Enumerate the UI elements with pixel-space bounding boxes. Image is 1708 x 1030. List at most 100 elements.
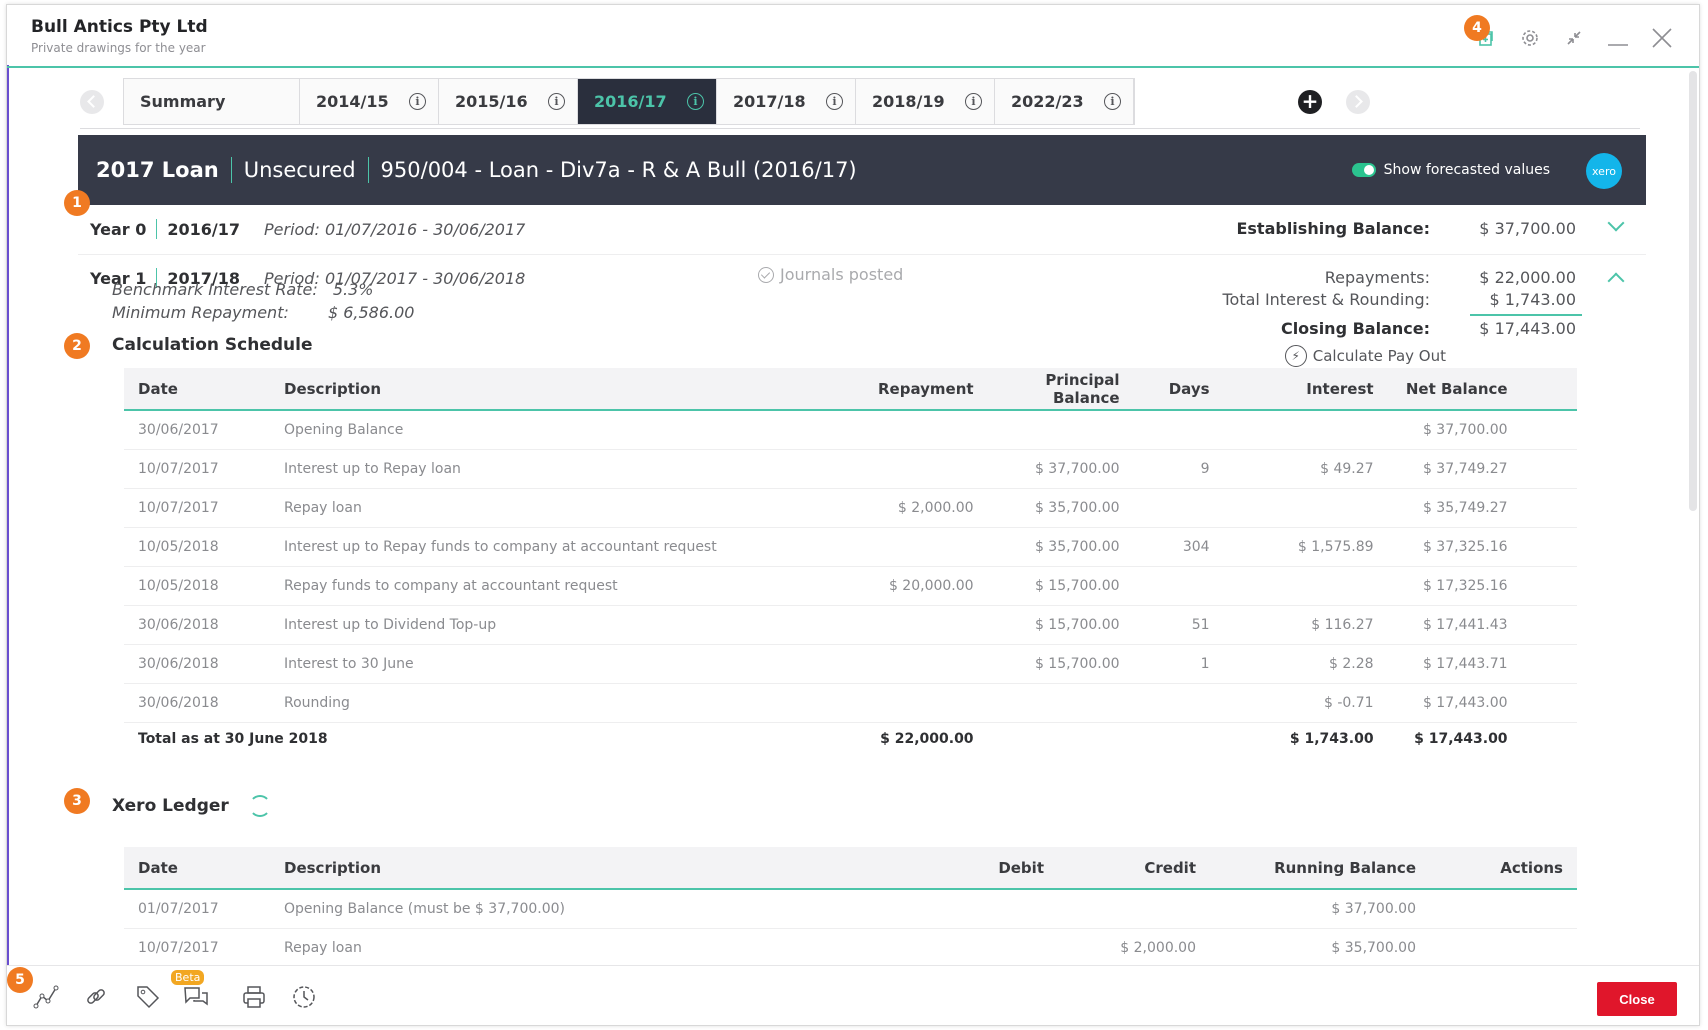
cell-principal: $ 37,700.00	[987, 449, 1134, 489]
loan-header: 2017 Loan Unsecured 950/004 - Loan - Div…	[78, 135, 1646, 205]
cell-repayment	[864, 449, 988, 489]
callout-badge-4: 4	[1464, 15, 1490, 41]
info-icon[interactable]: i	[1104, 93, 1121, 110]
window-title: Bull Antics Pty Ltd	[31, 17, 208, 37]
loan-security: Unsecured	[243, 158, 356, 182]
year-0-row[interactable]: Year 0 2016/17 Period: 01/07/2016 - 30/0…	[78, 205, 1646, 255]
cell-description: Opening Balance (must be $ 37,700.00)	[270, 889, 970, 929]
cell-actions	[1430, 928, 1577, 968]
cell-net-balance: $ 17,325.16	[1387, 566, 1522, 606]
cell-net-balance: $ 17,443.00	[1387, 683, 1522, 723]
interest-rounding-label: Total Interest & Rounding:	[1222, 290, 1430, 309]
tab-2018-19[interactable]: 2018/19 i	[856, 79, 995, 124]
add-tab-button[interactable]: +	[1298, 90, 1322, 114]
tag-icon[interactable]	[131, 980, 165, 1014]
refresh-icon[interactable]	[248, 795, 271, 817]
tab-2014-15[interactable]: 2014/15 i	[300, 79, 439, 124]
col-principal: Principal Balance	[987, 368, 1134, 411]
col-net-balance: Net Balance	[1387, 368, 1522, 411]
cell-interest	[1223, 488, 1388, 528]
table-row: 30/06/2017 Opening Balance $ 37,700.00	[124, 410, 1577, 450]
link-icon[interactable]	[79, 980, 113, 1014]
window-accent	[7, 65, 9, 1025]
cell-date: 30/06/2018	[124, 605, 270, 645]
minimize-icon[interactable]	[1605, 25, 1631, 51]
cell-spacer	[1521, 449, 1577, 489]
info-icon[interactable]: i	[409, 93, 426, 110]
info-icon[interactable]: i	[965, 93, 982, 110]
cell-credit	[1058, 889, 1210, 929]
chevron-down-icon[interactable]	[1607, 214, 1625, 232]
forecast-toggle-group: Show forecasted values	[1351, 162, 1550, 178]
tab-2017-18[interactable]: 2017/18 i	[717, 79, 856, 124]
journals-status: Journals posted	[758, 265, 903, 284]
closing-balance-label: Closing Balance:	[1280, 319, 1430, 338]
cell-description: Repay loan	[270, 488, 864, 528]
cell-date: 10/07/2017	[124, 488, 270, 528]
total-repayment: $ 22,000.00	[864, 721, 988, 756]
forecast-toggle[interactable]	[1351, 163, 1376, 177]
cell-principal: $ 15,700.00	[987, 644, 1134, 684]
cell-principal	[987, 683, 1134, 723]
title-bar: Bull Antics Pty Ltd Private drawings for…	[7, 5, 1699, 68]
scrollbar[interactable]	[1689, 71, 1697, 511]
calc-schedule-title: Calculation Schedule	[112, 335, 313, 355]
info-icon[interactable]: i	[826, 93, 843, 110]
tab-2016-17[interactable]: 2016/17 i	[578, 79, 717, 124]
table-row: 30/06/2018 Rounding $ -0.71 $ 17,443.00	[124, 683, 1577, 723]
xero-logo[interactable]: xero	[1586, 153, 1622, 189]
divider	[367, 157, 369, 183]
col-days: Days	[1133, 368, 1224, 411]
cell-date: 30/06/2018	[124, 683, 270, 723]
col-debit: Debit	[970, 847, 1058, 890]
tab-2022-23[interactable]: 2022/23 i	[995, 79, 1134, 124]
benchmark-label: Benchmark Interest Rate:	[112, 280, 318, 299]
xero-ledger-title: Xero Ledger	[112, 795, 271, 817]
col-date: Date	[124, 847, 270, 890]
col-credit: Credit	[1058, 847, 1210, 890]
chat-icon[interactable]	[179, 980, 213, 1014]
calculate-payout-button[interactable]: ⚡ Calculate Pay Out	[1284, 345, 1446, 367]
col-date: Date	[124, 368, 270, 411]
minimum-repayment: Minimum Repayment: $ 6,586.00	[112, 303, 414, 322]
info-icon[interactable]: i	[548, 93, 565, 110]
close-icon[interactable]	[1649, 25, 1675, 51]
year-fy: 2016/17	[167, 219, 240, 239]
tabs-next-arrow[interactable]	[1346, 90, 1370, 114]
tab-summary[interactable]: Summary	[124, 79, 300, 124]
journals-label: Journals posted	[780, 265, 904, 284]
cell-debit	[970, 889, 1058, 929]
payout-label: Calculate Pay Out	[1312, 347, 1446, 365]
tab-strip: Summary 2014/15 i 2015/16 i 2016/17 i 2017/…	[123, 78, 1135, 125]
cell-description: Interest up to Dividend Top-up	[270, 605, 864, 645]
tabs-prev-arrow[interactable]	[80, 90, 104, 114]
app-window: Bull Antics Pty Ltd Private drawings for…	[6, 4, 1700, 1026]
chart-line-icon[interactable]	[29, 980, 63, 1014]
tab-label: 2016/17	[594, 92, 667, 111]
print-icon[interactable]	[237, 980, 271, 1014]
cell-date: 10/07/2017	[124, 928, 270, 968]
gear-icon[interactable]	[1517, 25, 1543, 51]
repayments-label: Repayments:	[1324, 268, 1430, 287]
establishing-balance-value: $ 37,700.00	[1479, 219, 1576, 238]
cell-days: 1	[1133, 644, 1224, 684]
close-button[interactable]: Close	[1597, 982, 1677, 1016]
cell-days	[1133, 488, 1224, 528]
cell-date: 30/06/2017	[124, 410, 270, 450]
tab-2015-16[interactable]: 2015/16 i	[439, 79, 578, 124]
cell-spacer	[1521, 527, 1577, 567]
benchmark-value: 5.3%	[332, 280, 374, 299]
history-icon[interactable]	[287, 980, 321, 1014]
year-label: Year 0	[90, 219, 147, 239]
min-repay-label: Minimum Repayment:	[112, 303, 289, 322]
callout-badge-3: 3	[64, 788, 90, 814]
cell-date: 01/07/2017	[124, 889, 270, 929]
info-icon[interactable]: i	[687, 93, 704, 110]
cell-repayment: $ 2,000.00	[864, 488, 988, 528]
col-description: Description	[270, 368, 864, 411]
loan-account: 950/004 - Loan - Div7a - R & A Bull (201…	[380, 158, 857, 182]
cell-repayment	[864, 644, 988, 684]
chevron-up-icon[interactable]	[1607, 272, 1625, 290]
collapse-icon[interactable]	[1561, 25, 1587, 51]
loan-content: Year 0 2016/17 Period: 01/07/2016 - 30/0…	[78, 205, 1646, 968]
